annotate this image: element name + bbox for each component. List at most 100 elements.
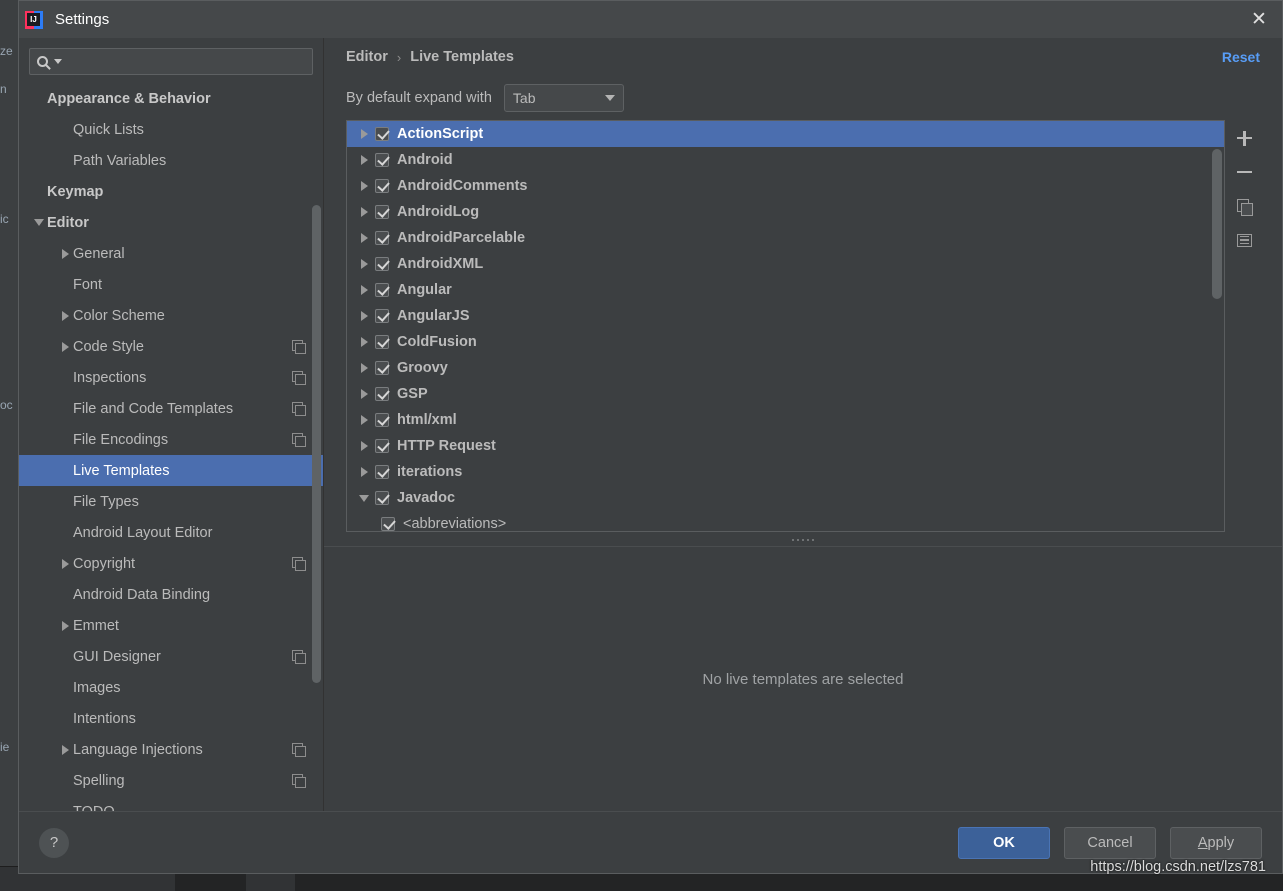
chevron-right-icon[interactable]	[353, 233, 375, 243]
chevron-right-icon[interactable]	[353, 259, 375, 269]
chevron-right-icon[interactable]	[57, 311, 73, 321]
sidebar-item-spelling[interactable]: Spelling	[19, 765, 323, 796]
template-group-row[interactable]: AngularJS	[347, 303, 1224, 329]
sidebar-item-inspections[interactable]: Inspections	[19, 362, 323, 393]
template-group-row[interactable]: AndroidLog	[347, 199, 1224, 225]
template-group-row[interactable]: ColdFusion	[347, 329, 1224, 355]
template-checkbox[interactable]	[375, 491, 389, 505]
sidebar-item-quick-lists[interactable]: Quick Lists	[19, 114, 323, 145]
sidebar-item-editor[interactable]: Editor	[19, 207, 323, 238]
copy-settings-icon[interactable]	[292, 650, 305, 663]
template-settings-button[interactable]	[1231, 228, 1257, 252]
remove-template-button[interactable]	[1231, 160, 1257, 184]
copy-settings-icon[interactable]	[292, 774, 305, 787]
panel-splitter[interactable]	[346, 534, 1260, 546]
template-checkbox[interactable]	[375, 309, 389, 323]
chevron-right-icon[interactable]	[353, 441, 375, 451]
template-group-row[interactable]: html/xml	[347, 407, 1224, 433]
sidebar-item-general[interactable]: General	[19, 238, 323, 269]
sidebar-item-android-data-binding[interactable]: Android Data Binding	[19, 579, 323, 610]
sidebar-item-keymap[interactable]: Keymap	[19, 176, 323, 207]
sidebar-item-file-encodings[interactable]: File Encodings	[19, 424, 323, 455]
template-group-row[interactable]: Angular	[347, 277, 1224, 303]
cancel-button[interactable]: Cancel	[1064, 827, 1156, 859]
copy-settings-icon[interactable]	[292, 371, 305, 384]
template-checkbox[interactable]	[375, 361, 389, 375]
duplicate-template-button[interactable]	[1231, 194, 1257, 218]
copy-settings-icon[interactable]	[292, 402, 305, 415]
chevron-right-icon[interactable]	[353, 415, 375, 425]
template-group-row[interactable]: iterations	[347, 459, 1224, 485]
sidebar-item-emmet[interactable]: Emmet	[19, 610, 323, 641]
chevron-right-icon[interactable]	[353, 181, 375, 191]
sidebar-item-file-types[interactable]: File Types	[19, 486, 323, 517]
template-group-row[interactable]: GSP	[347, 381, 1224, 407]
chevron-right-icon[interactable]	[353, 129, 375, 139]
chevron-right-icon[interactable]	[353, 363, 375, 373]
sidebar-item-code-style[interactable]: Code Style	[19, 331, 323, 362]
copy-settings-icon[interactable]	[292, 433, 305, 446]
copy-settings-icon[interactable]	[292, 557, 305, 570]
sidebar-item-copyright[interactable]: Copyright	[19, 548, 323, 579]
template-group-row[interactable]: Android	[347, 147, 1224, 173]
chevron-right-icon[interactable]	[353, 337, 375, 347]
template-checkbox[interactable]	[381, 517, 395, 531]
sidebar-item-images[interactable]: Images	[19, 672, 323, 703]
template-checkbox[interactable]	[375, 439, 389, 453]
template-group-row[interactable]: HTTP Request	[347, 433, 1224, 459]
template-group-row[interactable]: Groovy	[347, 355, 1224, 381]
sidebar-item-file-and-code-templates[interactable]: File and Code Templates	[19, 393, 323, 424]
chevron-right-icon[interactable]	[57, 559, 73, 569]
sidebar-item-live-templates[interactable]: Live Templates	[19, 455, 323, 486]
chevron-right-icon[interactable]	[353, 285, 375, 295]
chevron-down-icon[interactable]	[353, 495, 375, 502]
template-checkbox[interactable]	[375, 413, 389, 427]
chevron-right-icon[interactable]	[353, 389, 375, 399]
sidebar-item-android-layout-editor[interactable]: Android Layout Editor	[19, 517, 323, 548]
help-button[interactable]: ?	[39, 828, 69, 858]
sidebar-scrollbar-thumb[interactable]	[312, 205, 321, 683]
template-group-row[interactable]: AndroidXML	[347, 251, 1224, 277]
templates-scrollbar-thumb[interactable]	[1212, 149, 1222, 299]
template-checkbox[interactable]	[375, 465, 389, 479]
expand-with-select[interactable]: Tab	[504, 84, 624, 112]
chevron-right-icon[interactable]	[353, 467, 375, 477]
template-group-row[interactable]: Javadoc	[347, 485, 1224, 511]
chevron-right-icon[interactable]	[353, 155, 375, 165]
templates-scrollbar-track[interactable]	[1212, 123, 1222, 529]
sidebar-item-language-injections[interactable]: Language Injections	[19, 734, 323, 765]
sidebar-item-font[interactable]: Font	[19, 269, 323, 300]
close-icon[interactable]: ✕	[1236, 1, 1282, 38]
reset-link[interactable]: Reset	[1222, 49, 1260, 65]
template-group-row[interactable]: AndroidComments	[347, 173, 1224, 199]
add-template-button[interactable]	[1231, 126, 1257, 150]
search-input[interactable]	[68, 54, 305, 69]
template-group-row[interactable]: ActionScript	[347, 121, 1224, 147]
template-checkbox[interactable]	[375, 387, 389, 401]
template-checkbox[interactable]	[375, 179, 389, 193]
chevron-right-icon[interactable]	[57, 342, 73, 352]
apply-button[interactable]: Apply	[1170, 827, 1262, 859]
template-checkbox[interactable]	[375, 257, 389, 271]
template-checkbox[interactable]	[375, 205, 389, 219]
template-checkbox[interactable]	[375, 335, 389, 349]
template-checkbox[interactable]	[375, 231, 389, 245]
search-box[interactable]	[29, 48, 313, 75]
chevron-right-icon[interactable]	[57, 621, 73, 631]
chevron-right-icon[interactable]	[57, 745, 73, 755]
sidebar-item-intentions[interactable]: Intentions	[19, 703, 323, 734]
template-group-row[interactable]: AndroidParcelable	[347, 225, 1224, 251]
sidebar-item-appearance-behavior[interactable]: Appearance & Behavior	[19, 83, 323, 114]
chevron-right-icon[interactable]	[353, 311, 375, 321]
template-group-row[interactable]: <abbreviations>	[347, 511, 1224, 532]
copy-settings-icon[interactable]	[292, 743, 305, 756]
ok-button[interactable]: OK	[958, 827, 1050, 859]
template-checkbox[interactable]	[375, 283, 389, 297]
sidebar-item-color-scheme[interactable]: Color Scheme	[19, 300, 323, 331]
copy-settings-icon[interactable]	[292, 340, 305, 353]
chevron-right-icon[interactable]	[57, 249, 73, 259]
template-checkbox[interactable]	[375, 153, 389, 167]
template-checkbox[interactable]	[375, 127, 389, 141]
chevron-right-icon[interactable]	[353, 207, 375, 217]
sidebar-item-gui-designer[interactable]: GUI Designer	[19, 641, 323, 672]
